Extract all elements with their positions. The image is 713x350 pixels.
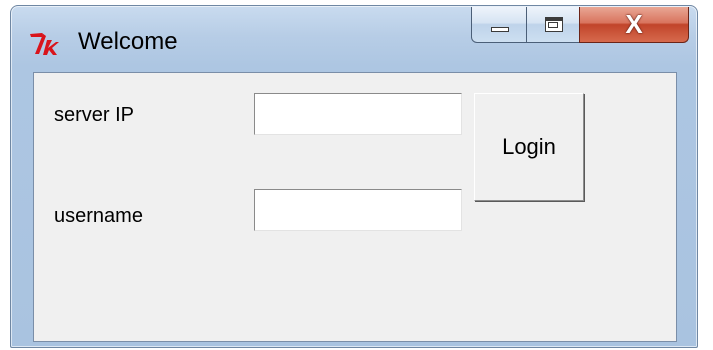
tk-feather-icon [30, 33, 59, 55]
server-ip-label: server IP [54, 104, 135, 126]
close-icon: X [625, 9, 643, 39]
maximize-button[interactable] [526, 7, 580, 43]
client-area: server IP username Login [33, 72, 677, 342]
window-title: Welcome [78, 28, 178, 55]
maximize-icon [545, 17, 563, 32]
login-button[interactable]: Login [474, 93, 584, 201]
minimize-icon [491, 27, 509, 32]
login-window: Welcome X server IP username Login [10, 5, 698, 348]
title-bar[interactable]: Welcome X [11, 6, 697, 66]
username-label: username [54, 205, 143, 227]
close-button[interactable]: X [579, 7, 689, 43]
minimize-button[interactable] [471, 7, 527, 43]
username-input[interactable] [254, 189, 462, 231]
server-ip-input[interactable] [254, 93, 462, 135]
